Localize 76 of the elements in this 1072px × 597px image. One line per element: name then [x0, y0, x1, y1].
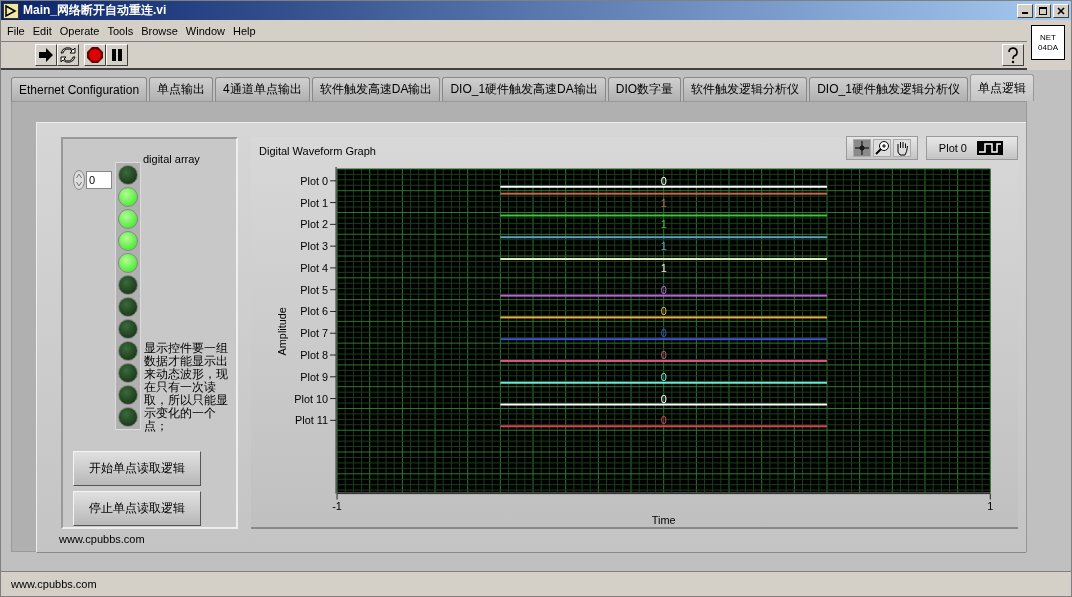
array-label: digital array: [143, 153, 200, 165]
menu-item[interactable]: Help: [228, 24, 260, 37]
plot-name-label: Plot 8: [300, 348, 329, 361]
tab[interactable]: 4通道单点输出: [215, 77, 310, 101]
plot-legend[interactable]: Plot 0: [925, 136, 1018, 160]
read-logic-button[interactable]: 开始单点读取逻辑: [73, 451, 201, 486]
cycle-arrows-icon: [59, 46, 77, 64]
value-label: 1: [660, 218, 667, 231]
tab[interactable]: DIO_1硬件触发逻辑分析仪: [809, 77, 968, 101]
read-logic-button[interactable]: 停止单点读取逻辑: [73, 491, 201, 526]
note-text: 显示控件要一组数据才能显示出来动态波形，现在只有一次读取，所以只能显示变化的一个点；: [143, 342, 228, 433]
plot-name-label: Plot 10: [294, 392, 329, 405]
minimize-icon: [1022, 12, 1028, 14]
zoom-button[interactable]: [872, 139, 891, 157]
pan-button[interactable]: [892, 139, 911, 157]
run-button[interactable]: [35, 44, 57, 66]
menu-item[interactable]: Window: [181, 24, 229, 37]
arrow-icon: [37, 46, 55, 64]
value-label: 0: [660, 326, 667, 339]
stop-icon: [86, 46, 104, 64]
crosshair-icon: [853, 140, 870, 156]
value-label: 0: [660, 305, 667, 318]
tab[interactable]: 软件触发逻辑分析仪: [683, 77, 808, 101]
maximize-icon: [1038, 5, 1048, 16]
value-label: 0: [660, 283, 667, 296]
tab[interactable]: 单点逻辑: [969, 74, 1034, 101]
value-label: 0: [660, 370, 667, 383]
spinner-icon: [73, 170, 85, 190]
tab[interactable]: 软件触发高速DA输出: [311, 77, 441, 101]
x-axis-title: Time: [651, 514, 676, 527]
minimize-button[interactable]: [1017, 3, 1033, 18]
window-title: Main_网络断开自动重连.vi: [23, 2, 167, 19]
cursor-tool-button[interactable]: [852, 139, 871, 157]
tab[interactable]: Ethernet Configuration: [11, 77, 148, 101]
tab[interactable]: 单点输出: [149, 77, 214, 101]
footer-text: www.cpubbs.com: [59, 533, 146, 545]
close-icon: [1056, 5, 1066, 16]
graph-label: Digital Waveform Graph: [259, 145, 376, 157]
help-button[interactable]: [1002, 44, 1024, 66]
value-label: 0: [660, 348, 667, 361]
x-tick-label: 1: [987, 500, 994, 513]
tab[interactable]: DIO数字量: [607, 77, 682, 101]
plot-name-label: Plot 3: [300, 239, 329, 252]
plot-name-label: Plot 1: [300, 196, 329, 209]
y-axis-title: Amplitude: [275, 306, 288, 356]
value-label: 1: [660, 239, 667, 252]
vi-icon: [3, 2, 19, 19]
plot-name-label: Plot 4: [300, 261, 329, 274]
tab[interactable]: DIO_1硬件触发高速DA输出: [442, 77, 606, 101]
value-label: 0: [660, 174, 667, 187]
value-label: 1: [660, 261, 667, 274]
zoom-icon: [873, 140, 890, 156]
status-text: www.cpubbs.com: [11, 578, 97, 590]
plot-name-label: Plot 0: [300, 174, 329, 187]
plot-name-label: Plot 11: [295, 414, 329, 427]
digital-waveform-icon: [977, 141, 1003, 155]
maximize-button[interactable]: [1035, 3, 1051, 18]
x-tick-label: -1: [332, 500, 342, 513]
run-continuously-button[interactable]: [57, 44, 79, 66]
vi-icon-label: NET 04DA: [1031, 25, 1065, 60]
menu-item[interactable]: Browse: [137, 24, 182, 37]
plot-name-label: Plot 9: [300, 370, 329, 383]
plot-name-label: Plot 5: [300, 283, 329, 296]
close-button[interactable]: [1053, 3, 1069, 18]
value-label: 0: [660, 392, 667, 405]
value-label: 0: [660, 414, 667, 427]
menu-item[interactable]: Tools: [103, 24, 138, 37]
menu-item[interactable]: File: [3, 24, 29, 37]
plot-name-label: Plot 2: [300, 218, 329, 231]
plot-name-label: Plot 7: [300, 326, 329, 339]
abort-button[interactable]: [84, 44, 106, 66]
menu-item[interactable]: Operate: [55, 24, 104, 37]
value-label: 1: [660, 196, 667, 209]
pause-button[interactable]: [106, 44, 128, 66]
plot-name-label: Plot 6: [300, 305, 329, 318]
menu-item[interactable]: Edit: [28, 24, 56, 37]
